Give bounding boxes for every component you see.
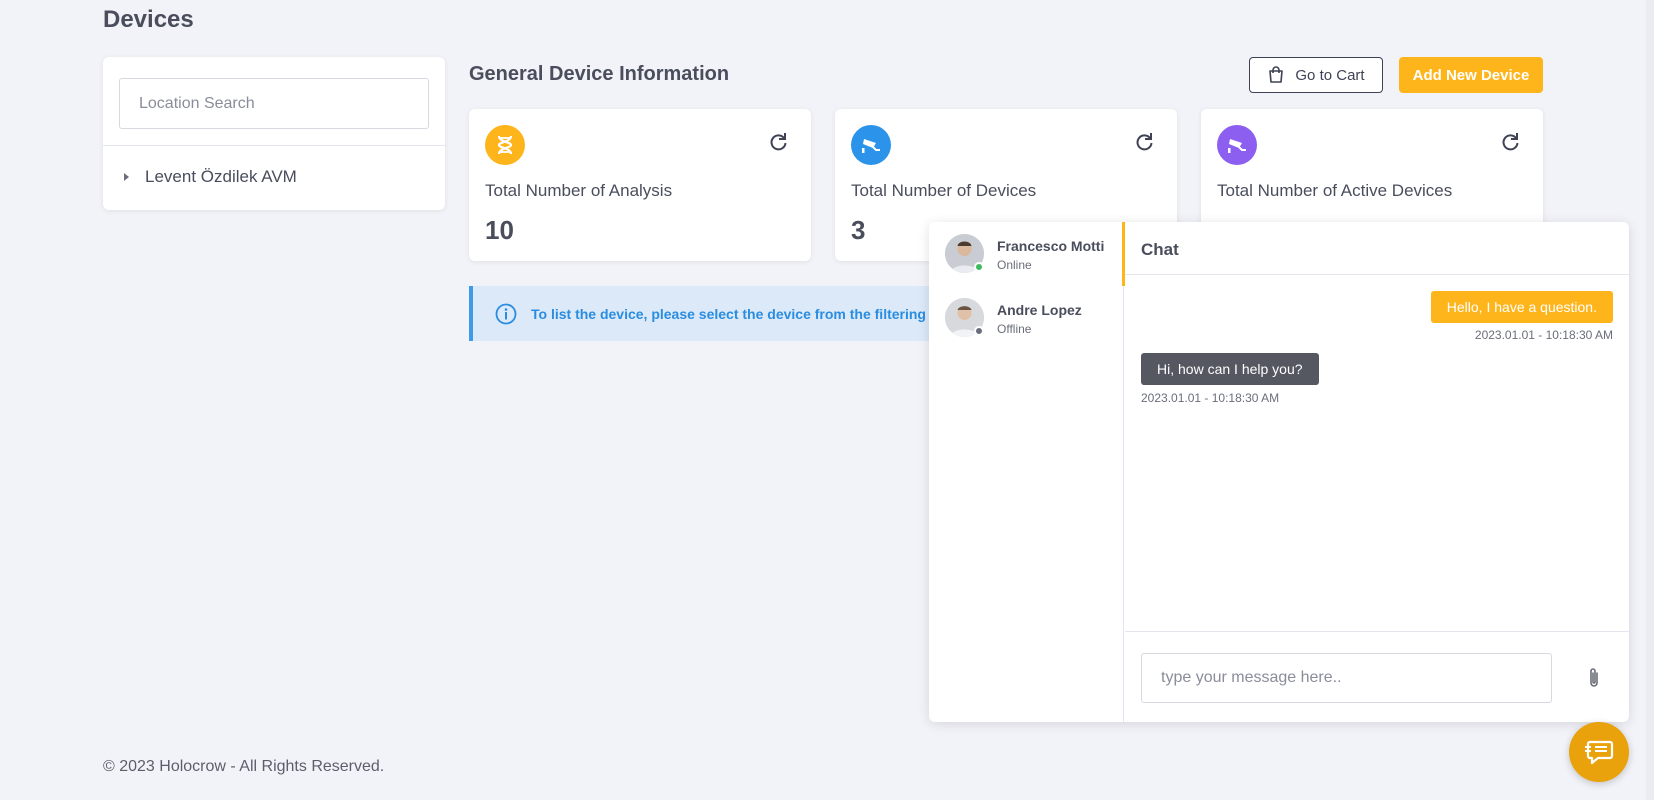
- go-to-cart-label: Go to Cart: [1295, 66, 1365, 84]
- caret-right-icon[interactable]: [124, 173, 129, 181]
- add-new-device-button[interactable]: Add New Device: [1399, 57, 1543, 93]
- paperclip-icon[interactable]: [1585, 666, 1603, 690]
- divider: [103, 145, 445, 146]
- stat-value: 10: [485, 215, 514, 245]
- page-title: Devices: [103, 6, 194, 33]
- footer-copyright: © 2023 Holocrow - All Rights Reserved.: [103, 758, 385, 775]
- refresh-icon[interactable]: [767, 131, 789, 153]
- location-search-input[interactable]: [119, 78, 429, 129]
- stat-card-analysis: Total Number of Analysis 10: [469, 109, 811, 261]
- online-status-dot: [974, 262, 984, 272]
- chat-widget: Francesco Motti Online Andre Lopez Offli…: [929, 222, 1629, 722]
- contact-list: Francesco Motti Online Andre Lopez Offli…: [929, 222, 1125, 722]
- contact-name: Francesco Motti: [997, 238, 1105, 254]
- message-timestamp: 2023.01.01 - 10:18:30 AM: [1474, 328, 1613, 342]
- section-title: General Device Information: [469, 63, 730, 85]
- dna-icon: [485, 125, 525, 165]
- scrollbar[interactable]: [1646, 0, 1654, 800]
- shopping-bag-icon: [1269, 66, 1284, 83]
- contact-status: Offline: [997, 322, 1032, 336]
- refresh-icon[interactable]: [1133, 131, 1155, 153]
- outgoing-message: Hello, I have a question.: [1430, 291, 1613, 323]
- chat-title: Chat: [1125, 222, 1629, 275]
- camera-icon: [1217, 125, 1257, 165]
- camera-icon: [851, 125, 891, 165]
- info-text: To list the device, please select the de…: [531, 305, 926, 322]
- contact-item[interactable]: Andre Lopez Offline: [945, 298, 1082, 337]
- message-input[interactable]: [1141, 653, 1552, 703]
- stat-value: 3: [851, 215, 866, 245]
- avatar: [945, 298, 984, 337]
- message-timestamp: 2023.01.01 - 10:18:30 AM: [1141, 391, 1280, 405]
- avatar: [945, 234, 984, 273]
- contact-name: Andre Lopez: [997, 302, 1082, 318]
- contact-item[interactable]: Francesco Motti Online: [945, 234, 1104, 273]
- refresh-icon[interactable]: [1499, 131, 1521, 153]
- chat-icon: [1585, 740, 1614, 765]
- incoming-message: Hi, how can I help you?: [1141, 353, 1319, 385]
- tree-item-label: Levent Özdilek AVM: [145, 167, 297, 186]
- message-composer: [1125, 631, 1629, 722]
- info-alert: To list the device, please select the de…: [469, 286, 989, 341]
- stat-label: Total Number of Devices: [851, 181, 1037, 200]
- info-icon: [495, 303, 517, 324]
- stat-label: Total Number of Active Devices: [1217, 181, 1453, 200]
- tree-item-location[interactable]: Levent Özdilek AVM: [120, 167, 297, 187]
- chat-conversation: Chat Hello, I have a question. 2023.01.0…: [1125, 222, 1629, 722]
- go-to-cart-button[interactable]: Go to Cart: [1249, 57, 1383, 93]
- offline-status-dot: [974, 326, 984, 336]
- location-panel: Levent Özdilek AVM: [103, 57, 445, 210]
- stat-label: Total Number of Analysis: [485, 181, 673, 200]
- chat-toggle-button[interactable]: [1569, 722, 1629, 782]
- contact-status: Online: [997, 258, 1032, 272]
